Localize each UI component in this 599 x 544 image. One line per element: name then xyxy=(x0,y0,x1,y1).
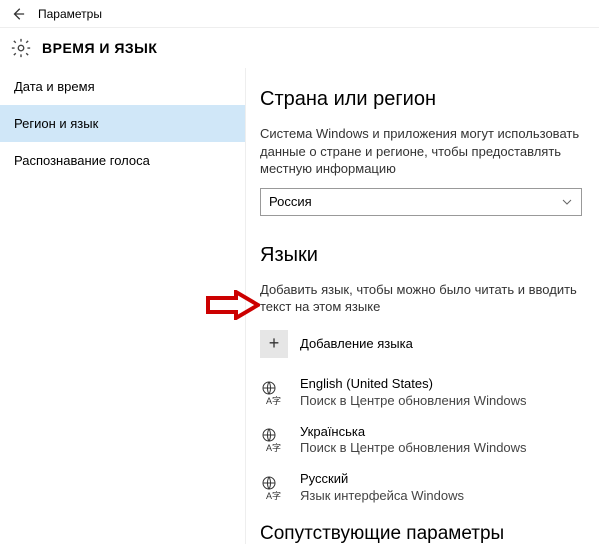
chevron-down-icon xyxy=(561,196,573,208)
language-globe-icon: A字 xyxy=(260,379,288,407)
language-item-english[interactable]: A字 English (United States) Поиск в Центр… xyxy=(260,376,585,410)
plus-icon: + xyxy=(260,330,288,358)
region-dropdown-value: Россия xyxy=(269,194,312,209)
language-item-russian[interactable]: A字 Русский Язык интерфейса Windows xyxy=(260,471,585,505)
languages-title: Языки xyxy=(260,244,585,267)
region-dropdown[interactable]: Россия xyxy=(260,188,582,216)
language-text: Українська Поиск в Центре обновления Win… xyxy=(300,424,527,458)
language-item-ukrainian[interactable]: A字 Українська Поиск в Центре обновления … xyxy=(260,424,585,458)
titlebar: Параметры xyxy=(0,0,599,28)
sidebar-item-speech[interactable]: Распознавание голоса xyxy=(0,142,245,179)
region-section-title: Страна или регион xyxy=(260,88,585,111)
language-name: English (United States) xyxy=(300,376,527,393)
back-arrow-icon xyxy=(11,7,25,21)
back-button[interactable] xyxy=(4,0,32,28)
sidebar-item-datetime[interactable]: Дата и время xyxy=(0,68,245,105)
add-language-label: Добавление языка xyxy=(300,336,413,351)
language-sub: Язык интерфейса Windows xyxy=(300,488,464,505)
language-globe-icon: A字 xyxy=(260,474,288,502)
language-name: Українська xyxy=(300,424,527,441)
page-header: ВРЕМЯ И ЯЗЫК xyxy=(0,28,599,68)
main-panel: Страна или регион Система Windows и прил… xyxy=(245,68,599,544)
sidebar-item-region-language[interactable]: Регион и язык xyxy=(0,105,245,142)
language-sub: Поиск в Центре обновления Windows xyxy=(300,393,527,410)
language-name: Русский xyxy=(300,471,464,488)
add-language-button[interactable]: + Добавление языка xyxy=(260,330,585,358)
languages-section: Языки Добавить язык, чтобы можно было чи… xyxy=(260,244,585,505)
language-globe-icon: A字 xyxy=(260,426,288,454)
language-sub: Поиск в Центре обновления Windows xyxy=(300,440,527,457)
languages-desc: Добавить язык, чтобы можно было читать и… xyxy=(260,281,585,316)
svg-text:A字: A字 xyxy=(266,442,281,453)
language-text: English (United States) Поиск в Центре о… xyxy=(300,376,527,410)
svg-text:A字: A字 xyxy=(266,395,281,406)
page-title: ВРЕМЯ И ЯЗЫК xyxy=(42,40,157,56)
window-title: Параметры xyxy=(38,7,102,21)
svg-text:A字: A字 xyxy=(266,490,281,501)
region-section-desc: Система Windows и приложения могут испол… xyxy=(260,125,585,178)
language-text: Русский Язык интерфейса Windows xyxy=(300,471,464,505)
content: Дата и время Регион и язык Распознавание… xyxy=(0,68,599,544)
related-settings-title: Сопутствующие параметры xyxy=(260,523,585,544)
sidebar: Дата и время Регион и язык Распознавание… xyxy=(0,68,245,544)
gear-icon xyxy=(10,37,32,59)
